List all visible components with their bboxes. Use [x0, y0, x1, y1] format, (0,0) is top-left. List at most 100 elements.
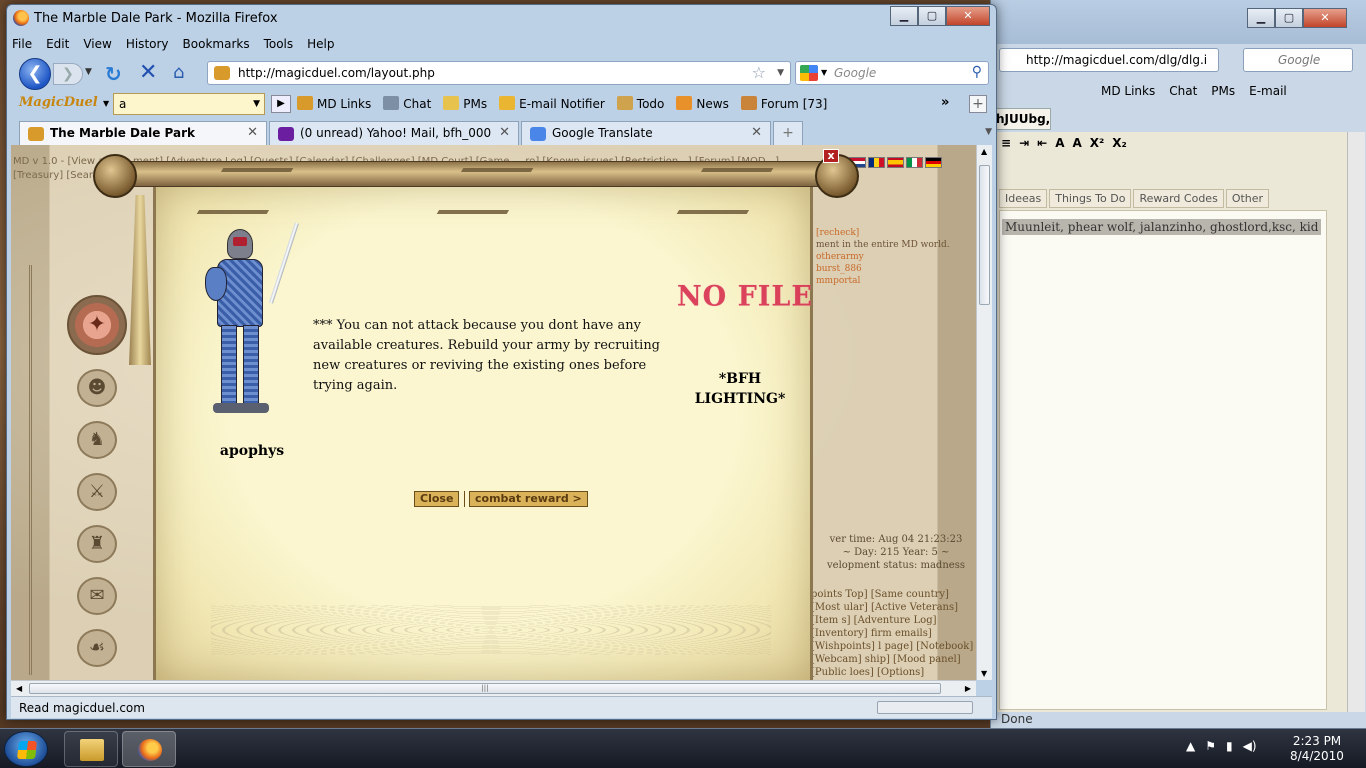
info-link[interactable]: otherarmy: [816, 251, 976, 263]
pms-button[interactable]: PMs: [443, 96, 487, 111]
forum-button[interactable]: Forum [73]: [740, 96, 827, 111]
creature-icon[interactable]: ♞: [77, 421, 117, 459]
bg-scrollbar[interactable]: [1347, 132, 1365, 712]
close-button-dialog[interactable]: Close: [414, 491, 460, 507]
back-button[interactable]: ❮: [19, 58, 51, 90]
align-icon[interactable]: ≡: [1001, 136, 1011, 154]
flag-icon[interactable]: [868, 157, 885, 168]
highlight-icon[interactable]: A: [1072, 136, 1081, 154]
taskbar-explorer[interactable]: [64, 731, 118, 767]
dragon-icon[interactable]: ♜: [77, 525, 117, 563]
indent-icon[interactable]: ⇥: [1019, 136, 1029, 154]
title-bar[interactable]: The Marble Dale Park - Mozilla Firefox ▁…: [7, 5, 996, 33]
info-link[interactable]: burst_886: [816, 263, 976, 275]
close-tab-icon[interactable]: ✕: [247, 125, 258, 140]
dialog-close-icon[interactable]: x: [823, 149, 839, 163]
scroll-left-icon[interactable]: ◀: [16, 684, 22, 693]
menu-help[interactable]: Help: [306, 36, 335, 56]
chat-button[interactable]: Chat: [383, 96, 431, 111]
menu-history[interactable]: History: [125, 36, 170, 56]
magicduel-logo[interactable]: MagicDuel: [19, 95, 98, 110]
flag-icon[interactable]: [906, 157, 923, 168]
todo-button[interactable]: Todo: [616, 96, 664, 111]
bg-toolbar-item[interactable]: E-mail: [1249, 84, 1287, 98]
bg-minimize-button[interactable]: ▁: [1247, 8, 1275, 28]
scrollbar-thumb[interactable]: [979, 165, 990, 305]
tab-yahoo-mail[interactable]: (0 unread) Yahoo! Mail, bfh_000 ✕: [269, 121, 519, 145]
reload-icon[interactable]: ↻: [105, 62, 122, 86]
bg-close-button[interactable]: ✕: [1303, 8, 1347, 28]
outdent-icon[interactable]: ⇤: [1037, 136, 1047, 154]
tab-marble-dale-park[interactable]: The Marble Dale Park ✕: [19, 121, 267, 145]
history-dropdown-icon[interactable]: ▼: [85, 67, 92, 77]
font-color-icon[interactable]: A: [1055, 136, 1064, 154]
bg-notes-textarea[interactable]: Muunleit, phear wolf, jalanzinho, ghostl…: [999, 210, 1327, 710]
md-links-button[interactable]: MD Links: [297, 96, 371, 111]
flag-icon[interactable]: [925, 157, 942, 168]
stop-icon[interactable]: ✕: [139, 60, 157, 85]
search-engine-dropdown-icon[interactable]: ▼: [821, 68, 827, 77]
md-toolbar-input[interactable]: a ▼: [113, 93, 265, 115]
forward-button[interactable]: ❯: [53, 63, 83, 85]
volume-icon[interactable]: ◀): [1243, 739, 1257, 753]
new-tab-button[interactable]: +: [773, 121, 803, 145]
background-window-caption[interactable]: ▁ ▢ ✕: [991, 0, 1366, 44]
input-dropdown-icon[interactable]: ▼: [253, 99, 260, 109]
bg-notes-tab[interactable]: Other: [1225, 189, 1270, 208]
home-icon[interactable]: ⌂: [173, 62, 184, 83]
game-links-block[interactable]: points Top] [Same country] [Most ular] […: [811, 588, 976, 679]
news-button[interactable]: News: [676, 96, 729, 111]
superscript-icon[interactable]: X²: [1090, 136, 1105, 154]
search-icon[interactable]: ⚲: [972, 64, 982, 80]
menu-view[interactable]: View: [82, 36, 112, 56]
bg-toolbar-item[interactable]: MD Links: [1101, 84, 1155, 98]
taskbar-firefox[interactable]: [122, 731, 176, 767]
maximize-button[interactable]: ▢: [918, 6, 946, 26]
background-browser-window[interactable]: ▁ ▢ ✕ http://magicduel.com/dlg/dlg.i Goo…: [990, 0, 1366, 728]
menu-bookmarks[interactable]: Bookmarks: [182, 36, 251, 56]
bg-notes-tab[interactable]: Things To Do: [1049, 189, 1132, 208]
url-dropdown-icon[interactable]: ▼: [777, 68, 784, 78]
info-link[interactable]: mmportal: [816, 275, 976, 287]
close-button[interactable]: ✕: [946, 6, 990, 26]
compass-icon[interactable]: ✦: [67, 295, 127, 355]
url-bar[interactable]: http://magicduel.com/layout.php ☆ ▼: [207, 61, 791, 85]
menu-tools[interactable]: Tools: [263, 36, 295, 56]
close-tab-icon[interactable]: ✕: [499, 125, 510, 140]
menu-file[interactable]: File: [11, 36, 33, 56]
scrollbar-thumb[interactable]: |||: [29, 683, 941, 694]
logo-dropdown-icon[interactable]: ▼: [103, 99, 109, 108]
action-center-icon[interactable]: ⚑: [1205, 739, 1216, 753]
play-icon[interactable]: ▶: [271, 95, 291, 113]
horizontal-scrollbar[interactable]: ◀ ||| ▶: [11, 680, 976, 696]
bg-browser-tab[interactable]: hJUUbg,,: [991, 108, 1051, 130]
google-icon[interactable]: [800, 65, 818, 81]
menu-edit[interactable]: Edit: [45, 36, 70, 56]
email-notifier-button[interactable]: E-mail Notifier: [499, 96, 605, 111]
tab-google-translate[interactable]: Google Translate ✕: [521, 121, 771, 145]
network-icon[interactable]: ▮: [1226, 739, 1233, 753]
scroll-right-icon[interactable]: ▶: [965, 684, 971, 693]
recheck-link[interactable]: [recheck]: [816, 228, 859, 238]
scroll-icon[interactable]: ☙: [77, 629, 117, 667]
tab-list-dropdown-icon[interactable]: ▼: [985, 127, 992, 137]
bg-toolbar-item[interactable]: PMs: [1211, 84, 1235, 98]
mail-icon[interactable]: ✉: [77, 577, 117, 615]
bg-notes-tab[interactable]: Reward Codes: [1133, 189, 1224, 208]
close-tab-icon[interactable]: ✕: [751, 125, 762, 140]
bg-url-bar[interactable]: http://magicduel.com/dlg/dlg.i: [999, 48, 1219, 72]
crossed-swords-icon[interactable]: ⚔: [77, 473, 117, 511]
group-icon[interactable]: ☻: [77, 369, 117, 407]
scroll-down-icon[interactable]: ▼: [981, 669, 987, 678]
start-button[interactable]: [4, 731, 48, 767]
toolbar-overflow-button[interactable]: »: [941, 95, 949, 110]
minimize-button[interactable]: ▁: [890, 6, 918, 26]
system-clock[interactable]: 2:23 PM 8/4/2010: [1284, 734, 1350, 764]
flag-icon[interactable]: [887, 157, 904, 168]
bg-maximize-button[interactable]: ▢: [1275, 8, 1303, 28]
bookmark-star-icon[interactable]: ☆: [752, 63, 766, 82]
vertical-scrollbar[interactable]: ▲ ▼: [976, 145, 992, 680]
combat-reward-button[interactable]: combat reward >: [469, 491, 588, 507]
show-hidden-icons-icon[interactable]: ▲: [1186, 739, 1195, 753]
search-bar[interactable]: ▼ Google ⚲: [795, 61, 989, 85]
